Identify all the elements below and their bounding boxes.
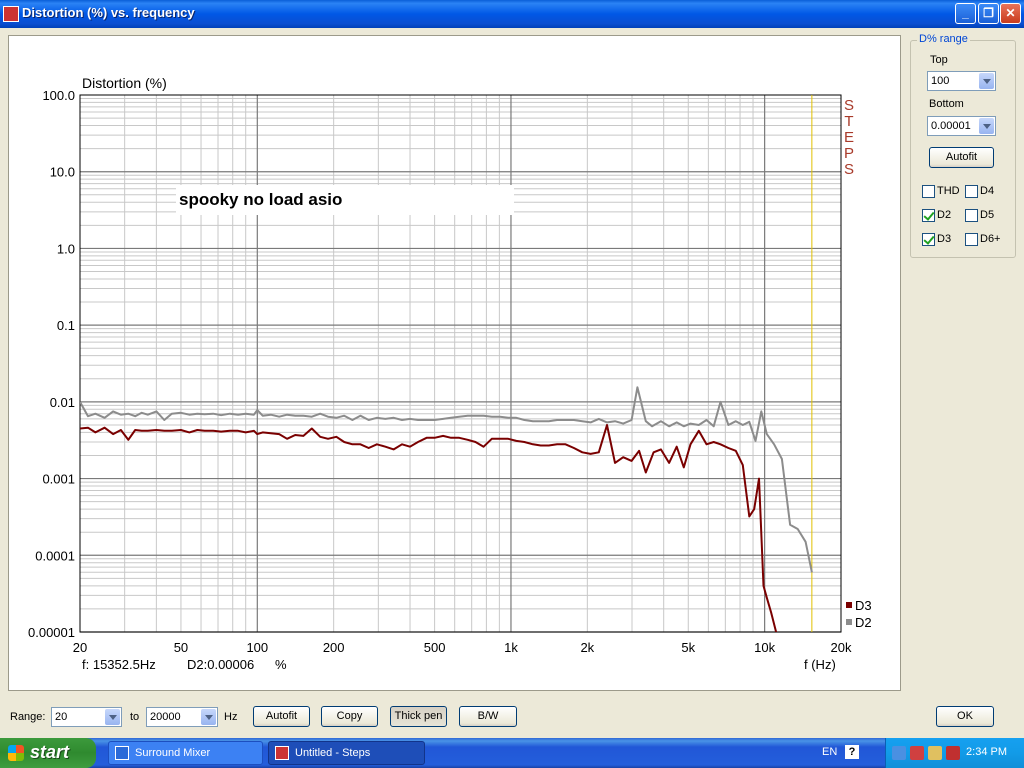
network-icon[interactable] [892,746,906,760]
range-unit: Hz [224,711,238,723]
task-untitled-steps[interactable]: Untitled - Steps [268,741,425,765]
y-tick-label: 0.1 [57,318,75,333]
legend-label: D2 [855,615,872,630]
window-title: Distortion (%) vs. frequency [22,5,195,20]
y-tick-label: 0.0001 [35,548,75,563]
minimize-button[interactable]: _ [955,3,976,24]
d3-checkbox[interactable] [922,233,935,246]
d3-label: D3 [937,233,952,245]
x-tick-label: 10k [754,640,775,655]
y-tick-label: 0.00001 [28,625,75,640]
x-tick-label: 20 [73,640,87,655]
d5-checkbox[interactable] [965,209,978,222]
steps-letter: S [844,161,854,178]
range-to-label: to [130,711,140,723]
y-tick-label: 10.0 [50,165,75,180]
y-tick-label: 1.0 [57,241,75,256]
windows-logo-icon [8,745,24,761]
thd-label: THD [937,185,960,197]
thick-pen-button[interactable]: Thick pen [390,706,447,727]
task-label: Surround Mixer [135,747,211,759]
help-icon[interactable]: ? [845,745,859,759]
folder-icon[interactable] [928,746,942,760]
d6plus-label: D6+ [980,233,1001,245]
mixer-app-icon [115,746,129,760]
chevron-down-icon[interactable] [105,709,120,725]
ok-button[interactable]: OK [936,706,994,727]
top-label: Top [930,54,948,66]
x-tick-label: 20k [831,640,852,655]
bottom-select-value: 0.00001 [931,120,971,132]
legend-swatch [846,602,852,608]
series-line-d3 [80,424,778,632]
start-button[interactable]: start [0,738,96,768]
title-bar[interactable]: Distortion (%) vs. frequency _ ❐ ✕ [0,0,1024,28]
taskbar: start Surround Mixer Untitled - Steps EN… [0,738,1024,768]
range-from-value: 20 [55,711,68,723]
range-from-select[interactable]: 20 [51,707,122,727]
steps-letter: S [844,97,854,114]
steps-app-icon [275,746,289,760]
d-range-title: D% range [917,33,970,45]
close-button[interactable]: ✕ [1000,3,1021,24]
steps-letter: P [844,145,854,162]
chart-legend: D3D2 [846,598,872,630]
task-surround-mixer[interactable]: Surround Mixer [108,741,263,765]
cursor-freq-readout: f: 15352.5Hz [82,657,156,672]
x-tick-label: 1k [504,640,518,655]
x-tick-label: 200 [323,640,345,655]
cursor-unit: % [275,657,287,672]
y-axis-title: Distortion (%) [82,75,167,91]
cursor-value-readout: D2:0.00006 [187,657,254,672]
chevron-down-icon[interactable] [201,709,216,725]
language-indicator[interactable]: EN [822,746,837,758]
range-autofit-button[interactable]: Autofit [929,147,994,168]
x-tick-label: 5k [681,640,695,655]
steps-side-label: STEPS [844,97,854,178]
start-label: start [30,742,70,762]
d2-checkbox[interactable] [922,209,935,222]
d6plus-checkbox[interactable] [965,233,978,246]
thd-checkbox[interactable] [922,185,935,198]
copy-button[interactable]: Copy [321,706,378,727]
system-tray: 2:34 PM [885,738,1024,768]
series-line-d2 [80,386,813,573]
bw-button[interactable]: B/W [459,706,517,727]
autofit-button[interactable]: Autofit [253,706,310,727]
x-tick-label: 50 [174,640,188,655]
y-tick-label: 0.01 [50,395,75,410]
steps-letter: E [844,129,854,146]
range-to-value: 20000 [150,711,181,723]
clock: 2:34 PM [966,746,1007,758]
d4-label: D4 [980,185,995,197]
bottom-label: Bottom [929,98,964,110]
x-tick-label: 500 [424,640,446,655]
d4-checkbox[interactable] [965,185,978,198]
x-tick-label: 100 [246,640,268,655]
bottom-select[interactable]: 0.00001 [927,116,996,136]
d2-label: D2 [937,209,952,221]
y-tick-label: 0.001 [42,472,75,487]
shield-icon[interactable] [946,746,960,760]
legend-label: D3 [855,598,872,613]
y-tick-label: 100.0 [42,88,75,103]
range-to-select[interactable]: 20000 [146,707,218,727]
top-select[interactable]: 100 [927,71,996,91]
chevron-down-icon[interactable] [979,73,994,89]
x-tick-label: 2k [580,640,594,655]
top-select-value: 100 [931,75,950,87]
restore-button[interactable]: ❐ [978,3,999,24]
legend-swatch [846,619,852,625]
task-label: Untitled - Steps [295,747,371,759]
x-axis-label: f (Hz) [804,657,836,672]
range-label: Range: [10,711,46,723]
app-icon[interactable] [3,6,19,22]
security-icon[interactable] [910,746,924,760]
distortion-chart: 20 50 100 200 500 1k 2k 5k 10k 20k 100.0 10.0 1.0 0.… [28,75,872,672]
annotation-text: spooky no load asio [179,190,342,209]
chevron-down-icon[interactable] [979,118,994,134]
d5-label: D5 [980,209,995,221]
steps-letter: T [844,113,853,130]
